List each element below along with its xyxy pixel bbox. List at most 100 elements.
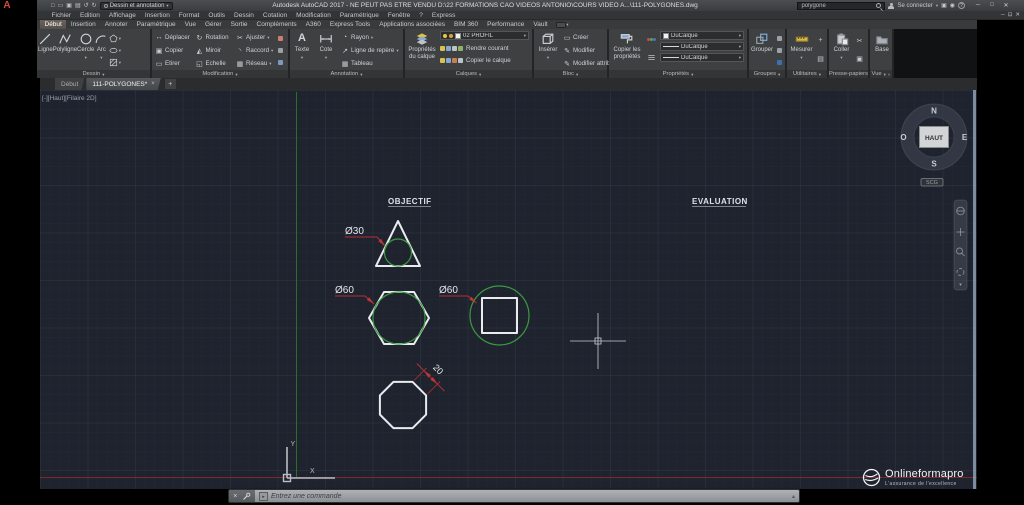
layer-tool-icon[interactable]	[446, 45, 451, 51]
panel-label-annotation[interactable]: Annotation ▾	[290, 70, 403, 78]
menu-parametrique[interactable]: Paramétrique	[335, 12, 383, 19]
erase-icon[interactable]	[278, 35, 284, 41]
menu-fenetre[interactable]: Fenêtre	[383, 12, 414, 19]
app-store-icon[interactable]: ▣	[941, 2, 947, 9]
base-button[interactable]: Base	[871, 30, 893, 70]
menu-aide[interactable]: ?	[415, 12, 428, 19]
polyligne-button[interactable]: Polyligne	[53, 30, 77, 70]
ribbon-tab-vault[interactable]: Vault	[529, 20, 552, 29]
plot-icon[interactable]: ▤	[75, 2, 81, 9]
panel-label-modification[interactable]: Modification ▾	[152, 70, 288, 78]
navigation-bar[interactable]: ▾	[953, 199, 968, 291]
command-input[interactable]: ▸ Entrez une commande ▴	[255, 490, 799, 502]
menu-fichier[interactable]: Fichier	[47, 12, 76, 19]
chevron-down-icon[interactable]: ▾	[936, 3, 938, 8]
layer-tool-icon[interactable]	[440, 57, 445, 63]
octagon-shape[interactable]	[378, 380, 428, 430]
lineweight-select[interactable]: DuCalque ▾	[660, 42, 744, 51]
minimize-icon[interactable]: ─	[972, 2, 984, 9]
command-history-icon[interactable]: ▴	[792, 493, 795, 500]
ribbon-tab-gerer[interactable]: Gérer	[200, 20, 226, 29]
redo-icon[interactable]: ↻	[92, 2, 97, 9]
deplacer-button[interactable]: ↔ Déplacer	[153, 31, 193, 44]
tableau-button[interactable]: ▦ Tableau	[339, 57, 401, 70]
line-list-icon[interactable]	[647, 53, 656, 62]
color-select[interactable]: DuCalque ▾	[660, 31, 744, 40]
ellipse-flyout[interactable]: ▾	[109, 46, 121, 55]
copier-proprietes-button[interactable]: Copier les propriétés	[610, 30, 644, 70]
ribbon-tab-debut[interactable]: Début	[40, 20, 67, 29]
proprietes-calque-button[interactable]: Propriétés du calque	[406, 30, 438, 70]
open-file-icon[interactable]: ▭	[58, 2, 64, 9]
creer-bloc-button[interactable]: ▭ Créer	[561, 31, 607, 44]
layer-tool-icon[interactable]	[452, 45, 457, 51]
cut-icon[interactable]: ✂	[857, 37, 863, 45]
grouper-button[interactable]: Grouper	[750, 30, 774, 70]
panel-label-calques[interactable]: Calques ▾	[405, 70, 532, 78]
drawing-canvas[interactable]: [-][Haut][Filaire 2D] OBJECTIF EVALUATIO…	[40, 90, 977, 489]
chevron-down-icon[interactable]: ▾	[566, 22, 568, 29]
hexagon-inscribed-circle[interactable]	[372, 291, 426, 345]
doc-minimize-icon[interactable]: ─	[1001, 12, 1005, 18]
viewcube[interactable]: N E S O HAUT SCG	[900, 103, 968, 187]
scg-label[interactable]: SCG	[926, 180, 938, 186]
viewcube-west[interactable]: O	[900, 133, 906, 142]
command-close-icon[interactable]: ×	[233, 493, 237, 500]
cercle-button[interactable]: Cercle ▾	[77, 30, 94, 70]
layer-tool-icon[interactable]	[446, 57, 451, 63]
rayon-button[interactable]: ◔ Rayon ▾	[339, 31, 401, 44]
ribbon-tab-bim360[interactable]: BIM 360	[449, 20, 482, 29]
maximize-icon[interactable]: □	[986, 2, 998, 9]
calculator-icon[interactable]: ▤	[817, 55, 824, 63]
hexagon-shape[interactable]	[368, 291, 430, 345]
file-tab-drawing[interactable]: 111-POLYGONES* ×	[86, 78, 160, 90]
octagon-dimension[interactable]: 20	[431, 362, 445, 376]
raccord-button[interactable]: ◝ Raccord ▾	[234, 44, 274, 57]
modifier-bloc-button[interactable]: ✎ Modifier	[561, 44, 607, 57]
menu-format[interactable]: Format	[174, 12, 204, 19]
undo-icon[interactable]: ↺	[84, 2, 89, 9]
ribbon-tab-insertion[interactable]: Insertion	[66, 20, 100, 29]
new-file-icon[interactable]: □	[51, 3, 55, 9]
community-icon[interactable]: ◉	[950, 2, 955, 9]
search-icon[interactable]	[876, 3, 882, 8]
texte-button[interactable]: A Texte ▾	[291, 30, 313, 70]
tab-close-icon[interactable]: ×	[151, 81, 155, 87]
linetype-select[interactable]: DuCalque ▾	[660, 53, 744, 62]
group-selection-icon[interactable]	[776, 59, 782, 65]
doc-close-icon[interactable]: ✕	[1015, 12, 1020, 18]
triangle-inscribed-circle[interactable]	[383, 238, 413, 267]
panel-label-utilitaires[interactable]: Utilitaires ▾	[787, 70, 827, 78]
viewcube-east[interactable]: E	[962, 133, 968, 142]
hatch-flyout[interactable]: ▾	[109, 58, 121, 67]
reseau-button[interactable]: ▦ Réseau ▾	[234, 57, 274, 70]
doc-restore-icon[interactable]: ⊡	[1008, 12, 1013, 18]
panel-label-proprietes[interactable]: Propriétés ▾	[609, 70, 747, 78]
menu-dessin[interactable]: Dessin	[230, 12, 259, 19]
menu-modification[interactable]: Modification	[292, 12, 336, 19]
square-shape[interactable]	[481, 297, 518, 334]
copier-button[interactable]: ▣ Copier	[153, 44, 193, 57]
ribbon-tab-sortie[interactable]: Sortie	[226, 20, 252, 29]
polygon-flyout[interactable]: ▾	[109, 34, 121, 43]
file-tab-start[interactable]: Début	[55, 78, 84, 90]
new-tab-button[interactable]: +	[164, 79, 176, 89]
panel-label-dessin[interactable]: Dessin ▾	[37, 70, 150, 78]
menu-affichage[interactable]: Affichage	[104, 12, 140, 19]
panel-label-bloc[interactable]: Bloc ▾	[534, 70, 607, 78]
menu-insertion[interactable]: Insertion	[140, 12, 174, 19]
echelle-button[interactable]: ◱ Echelle	[193, 57, 233, 70]
id-point-icon[interactable]: +	[818, 37, 822, 44]
menu-edition[interactable]: Edition	[76, 12, 105, 19]
ligne-repere-button[interactable]: ↗ Ligne de repère ▾	[339, 44, 401, 57]
copy-clip-icon[interactable]: ▣	[856, 55, 863, 63]
square-dimension[interactable]: Ø60	[439, 285, 458, 296]
ribbon-tab-annoter[interactable]: Annoter	[100, 20, 132, 29]
modifier-attributs-button[interactable]: ✎Modifier attributs▾	[561, 57, 623, 70]
panel-label-groupes[interactable]: Groupes ▾	[749, 70, 785, 78]
etirer-button[interactable]: ▭ Etirer	[153, 57, 193, 70]
ribbon-tab-vue[interactable]: Vue	[180, 20, 200, 29]
close-icon[interactable]: ✕	[1000, 2, 1012, 9]
record-icon[interactable]	[556, 21, 567, 28]
coller-button[interactable]: Coller ▾	[830, 30, 853, 70]
